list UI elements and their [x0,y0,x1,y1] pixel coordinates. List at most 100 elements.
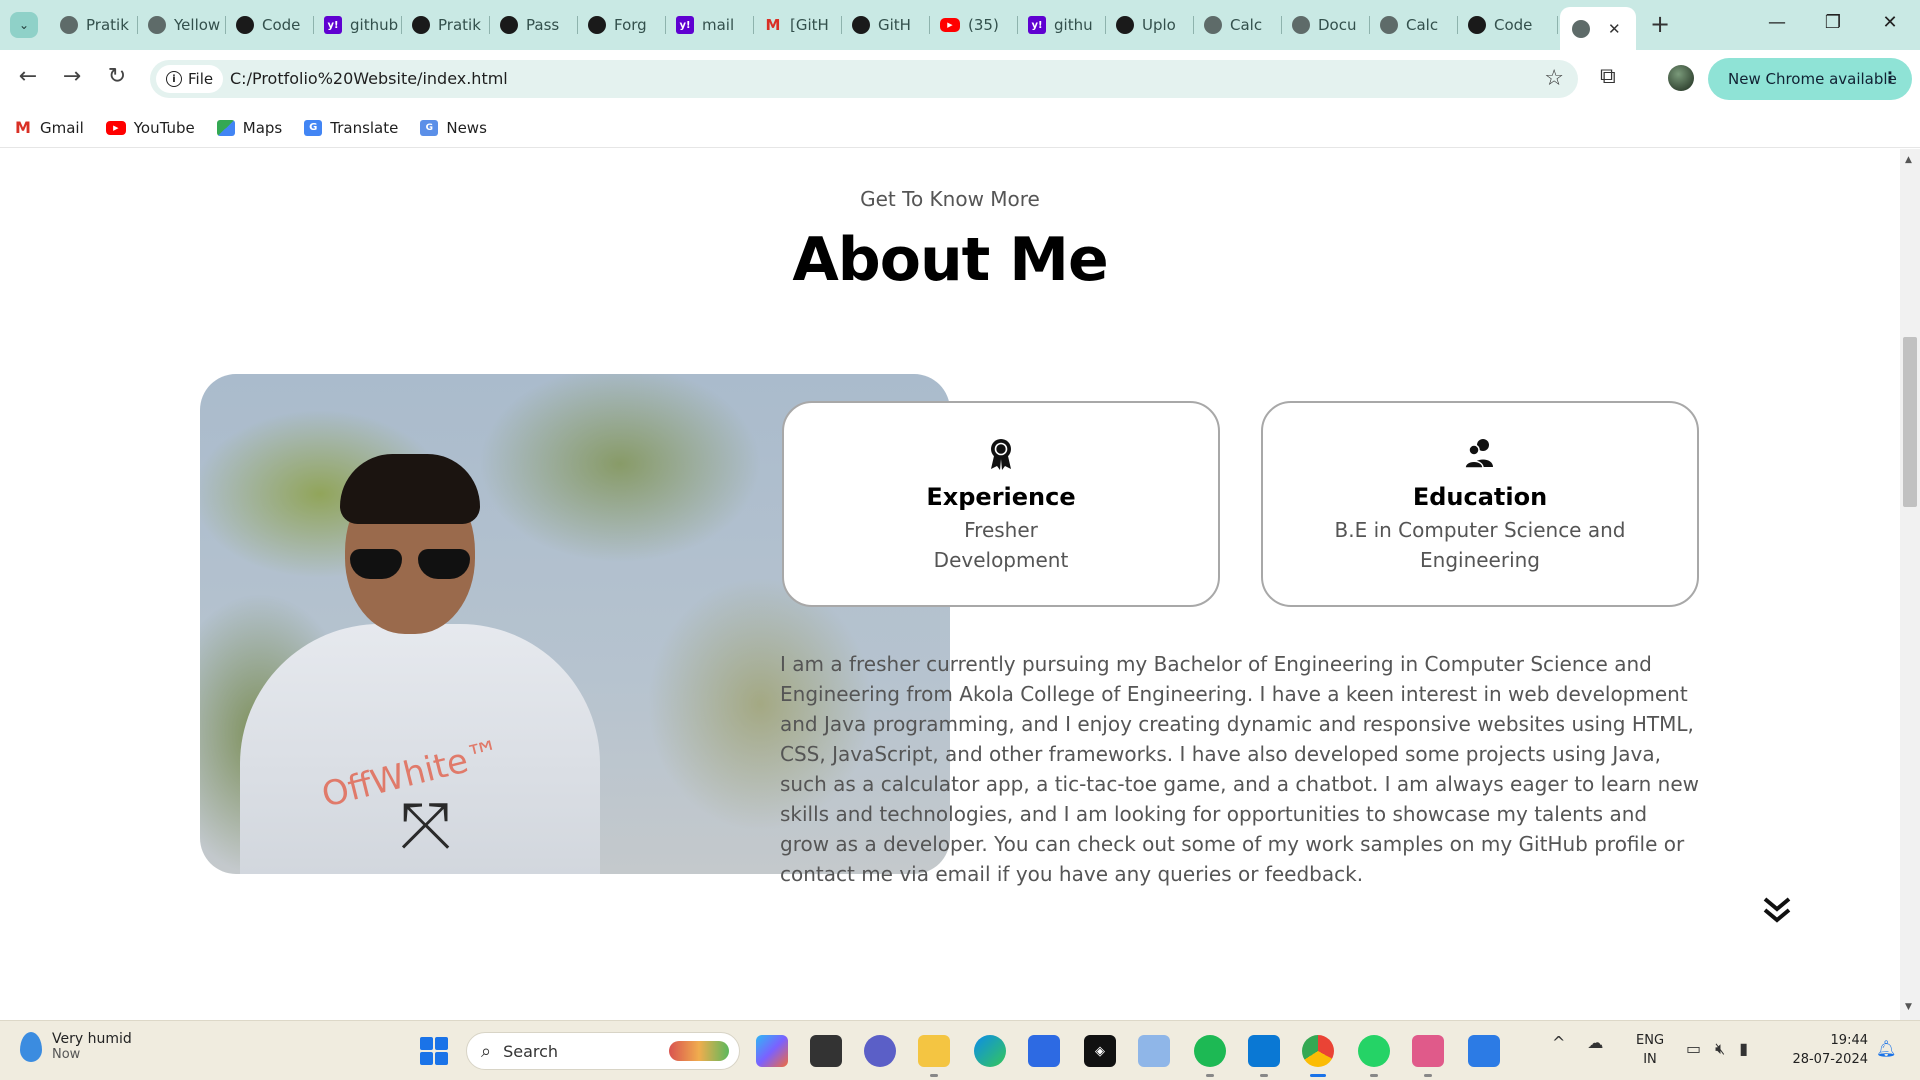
page-scrollbar[interactable]: ▲ ▼ [1900,149,1920,1020]
tab-7[interactable]: y! mail [666,8,754,42]
section-title: About Me [792,225,1108,295]
tab-title: Uplo [1142,16,1176,34]
tab-title: Pratik [86,16,129,34]
quick-settings[interactable]: ▭ 🔇︎ ▮ [1686,1039,1748,1059]
tab-16[interactable]: Code [1458,8,1558,42]
start-button[interactable] [420,1037,448,1065]
more-menu-icon[interactable]: ⋮ [1882,68,1898,87]
tab-6[interactable]: Forg [578,8,666,42]
taskbar-search[interactable]: ⌕ Search [466,1032,740,1070]
tab-1[interactable]: Yellow [138,8,226,42]
scroll-up-icon[interactable]: ▲ [1905,155,1912,165]
bookmark-youtube[interactable]: ▶ YouTube [105,119,195,137]
forward-icon[interactable]: → [57,64,87,89]
tab-title: githu [1054,16,1093,34]
card-line: Development [933,548,1069,572]
new-tab-button[interactable]: + [1650,10,1670,38]
notification-bell-icon[interactable]: 🔔︎ [1876,1039,1896,1058]
card-heading: Education [1412,483,1548,511]
store-icon[interactable] [1028,1035,1060,1067]
tab-title: Pratik [438,16,481,34]
scroll-down-icon[interactable]: ▼ [1905,1002,1912,1012]
tab-11[interactable]: y! githu [1018,8,1106,42]
bookmark-label: Maps [242,118,283,137]
show-hidden-icons-icon[interactable]: ^ [1552,1033,1565,1052]
bookmark-translate[interactable]: G Translate [304,119,398,137]
onedrive-icon[interactable]: ☁ [1587,1033,1603,1052]
copilot-icon[interactable] [756,1035,788,1067]
bookmark-gmail[interactable]: M Gmail [14,118,84,137]
close-window-icon[interactable]: ✕ [1875,12,1905,33]
close-tab-icon[interactable]: ✕ [1608,20,1621,38]
bookmark-maps[interactable]: Maps [216,118,283,137]
bookmark-news[interactable]: G News [420,119,487,137]
lang-top: ENG [1636,1033,1665,1048]
update-chrome-button[interactable]: New Chrome available ⋮ [1708,58,1912,100]
paint-icon[interactable] [1468,1035,1500,1067]
maps-icon [216,119,235,136]
tab-12[interactable]: Uplo [1106,8,1194,42]
tab-title: Pass [526,16,560,34]
tab-title: Code [262,16,301,34]
bookmarks-bar: M Gmail ▶ YouTube Maps G Translate G News [0,108,1920,148]
minimize-icon[interactable]: — [1762,12,1792,33]
search-highlight-image [669,1041,729,1061]
tab-3[interactable]: y! github [314,8,402,42]
gmail-icon: M [15,118,31,137]
weather-sub: Now [52,1047,81,1062]
users-icon [1263,437,1697,471]
spotify-icon[interactable] [1194,1035,1226,1077]
restore-icon[interactable]: ❐ [1818,12,1848,33]
tab-13[interactable]: Calc [1194,8,1282,42]
tab-search-button[interactable]: ⌄ [10,12,38,38]
url-text[interactable]: C:/Protfolio%20Website/index.html [230,69,508,88]
chat-icon[interactable] [864,1035,896,1067]
tab-15[interactable]: Calc [1370,8,1458,42]
whatsapp-icon[interactable] [1358,1035,1390,1077]
github-icon [500,16,518,34]
windows-taskbar: Very humid Now ⌕ Search ◈ ^ ☁ ENG IN ▭ 🔇… [0,1020,1920,1080]
weather-widget[interactable]: Very humid Now [20,1031,132,1062]
chrome-icon[interactable] [1302,1035,1334,1077]
tab-14[interactable]: Docu [1282,8,1370,42]
tab-9[interactable]: GitH [842,8,930,42]
extensions-icon[interactable]: ⧉ [1600,64,1616,89]
tab-0[interactable]: Pratik [50,8,138,42]
back-icon[interactable]: ← [13,64,43,89]
update-chip-label: New Chrome available [1728,70,1897,88]
file-explorer-icon[interactable] [918,1035,950,1077]
scrollbar-thumb[interactable] [1903,337,1917,507]
dropbox-icon[interactable]: ◈ [1084,1035,1116,1067]
tab-10[interactable]: ▶ (35) [930,8,1018,42]
tab-title: Yellow [174,16,221,34]
site-info-chip[interactable]: i File [156,65,224,93]
address-bar[interactable]: i File C:/Protfolio%20Website/index.html… [150,60,1578,98]
education-card: Education B.E in Computer Science and Eng… [1261,401,1699,607]
profile-avatar[interactable] [1668,65,1694,91]
clock[interactable]: 19:44 28-07-2024 [1788,1031,1868,1069]
vscode-icon[interactable] [1248,1035,1280,1077]
bookmark-star-icon[interactable]: ☆ [1544,66,1564,91]
game-icon[interactable] [1138,1035,1170,1067]
tab-title: GitH [878,16,911,34]
card-line: Fresher [964,518,1038,542]
snipping-tool-icon[interactable] [1412,1035,1444,1077]
tab-5[interactable]: Pass [490,8,578,42]
tab-active[interactable]: ✕ [1560,7,1636,50]
tab-2[interactable]: Code [226,8,314,42]
reload-icon[interactable]: ↻ [102,64,132,89]
language-indicator[interactable]: ENG IN [1636,1031,1664,1069]
award-icon [784,437,1218,471]
tab-8[interactable]: M [GitH [754,8,842,42]
tab-title: Calc [1406,16,1439,34]
yahoo-icon: y! [324,16,342,34]
tab-4[interactable]: Pratik [402,8,490,42]
edge-icon[interactable] [974,1035,1006,1067]
globe-icon [148,16,166,34]
tab-title: Code [1494,16,1533,34]
github-icon [236,16,254,34]
github-icon [852,16,870,34]
scroll-down-chevron-icon[interactable] [1762,895,1792,929]
task-view-icon[interactable] [810,1035,842,1067]
card-line: Engineering [1420,548,1540,572]
